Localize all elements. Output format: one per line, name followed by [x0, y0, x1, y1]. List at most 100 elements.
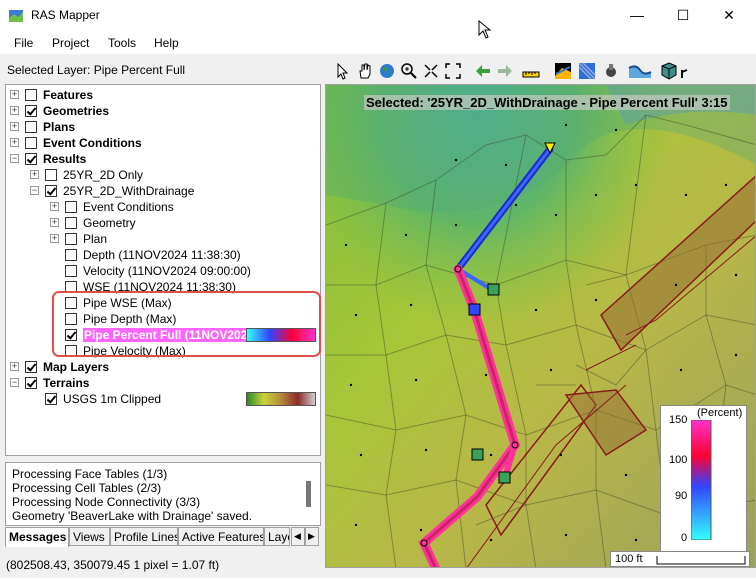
- tab-active-features[interactable]: Active Features: [178, 527, 264, 546]
- tree-item[interactable]: + Map Layers: [6, 359, 320, 375]
- zoom-extents-icon[interactable]: [422, 62, 440, 80]
- selected-layer-label: Selected Layer: Pipe Percent Full: [7, 63, 186, 77]
- tree-item[interactable]: Velocity (11NOV2024 09:00:00): [6, 263, 320, 279]
- tree-item[interactable]: + Event Conditions: [6, 199, 320, 215]
- expand-icon[interactable]: +: [10, 138, 19, 147]
- tree-item-label: Depth (11NOV2024 11:38:30): [83, 248, 241, 262]
- menu-project[interactable]: Project: [52, 36, 89, 50]
- tab-profile-lines[interactable]: Profile Lines: [110, 527, 178, 546]
- expand-icon[interactable]: +: [10, 106, 19, 115]
- close-button[interactable]: ✕: [706, 0, 752, 32]
- expand-icon[interactable]: +: [10, 90, 19, 99]
- measure-icon[interactable]: [522, 62, 540, 80]
- raster-icon[interactable]: [578, 62, 596, 80]
- tab-scroll-left-icon[interactable]: ◀: [291, 527, 305, 546]
- tree-item[interactable]: USGS 1m Clipped: [6, 391, 320, 407]
- colorbar-tick: 100: [669, 454, 688, 466]
- expand-icon[interactable]: +: [50, 218, 59, 227]
- layer-checkbox[interactable]: [25, 105, 37, 117]
- box-3d-icon[interactable]: [660, 62, 678, 80]
- tree-item[interactable]: + Geometries: [6, 103, 320, 119]
- forward-arrow-icon[interactable]: [496, 62, 514, 80]
- tree-item-label: 25YR_2D Only: [63, 168, 144, 182]
- expand-icon[interactable]: +: [10, 122, 19, 131]
- layer-checkbox[interactable]: [45, 185, 57, 197]
- tree-item[interactable]: + Features: [6, 87, 320, 103]
- tree-item-label: Plan: [83, 232, 108, 246]
- zoom-in-icon[interactable]: [400, 62, 418, 80]
- expand-icon[interactable]: +: [30, 170, 39, 179]
- full-extent-icon[interactable]: [444, 62, 462, 80]
- layer-checkbox[interactable]: [65, 233, 77, 245]
- layer-checkbox[interactable]: [65, 249, 77, 261]
- pan-hand-icon[interactable]: [356, 62, 374, 80]
- layer-checkbox[interactable]: [25, 137, 37, 149]
- layer-checkbox[interactable]: [65, 217, 77, 229]
- terrain-legend-swatch: [246, 392, 316, 406]
- tree-item-label: Results: [43, 152, 87, 166]
- message-line: Processing Node Connectivity (3/3): [12, 495, 201, 509]
- scale-ruler: [656, 556, 746, 565]
- layer-checkbox[interactable]: [25, 89, 37, 101]
- cross-section-icon[interactable]: [628, 62, 652, 80]
- colorbar-title: (Percent): [697, 407, 743, 419]
- scale-bar: 100 ft: [610, 551, 750, 567]
- colorbar-tick: 90: [675, 490, 688, 502]
- tab-views[interactable]: Views: [69, 527, 110, 546]
- menu-file[interactable]: File: [14, 36, 33, 50]
- collapse-icon[interactable]: −: [10, 154, 19, 163]
- tree-item[interactable]: + Geometry: [6, 215, 320, 231]
- tool-icon[interactable]: [602, 62, 620, 80]
- layer-tree: + Features + Geometries + Plans + Event Conditi…: [5, 84, 321, 456]
- highlight-box: [52, 291, 321, 357]
- back-arrow-icon[interactable]: [474, 62, 492, 80]
- expand-icon[interactable]: +: [50, 202, 59, 211]
- mouse-cursor-icon: [478, 20, 492, 39]
- messages-scrollbar[interactable]: [305, 467, 313, 521]
- tree-item-label: Terrains: [43, 376, 90, 390]
- tree-item-label: Plans: [43, 120, 76, 134]
- percent-colorbar: (Percent) 150 100 90 0: [660, 405, 747, 553]
- cursor-icon[interactable]: [680, 62, 690, 80]
- expand-icon[interactable]: +: [50, 234, 59, 243]
- ras-mapper-logo-icon: [9, 10, 23, 22]
- map-view[interactable]: Selected: '25YR_2D_WithDrainage - Pipe P…: [325, 84, 756, 568]
- expand-icon[interactable]: +: [10, 362, 19, 371]
- layer-checkbox[interactable]: [45, 169, 57, 181]
- tree-item[interactable]: − Results: [6, 151, 320, 167]
- layer-checkbox[interactable]: [25, 153, 37, 165]
- layer-checkbox[interactable]: [65, 265, 77, 277]
- layer-checkbox[interactable]: [65, 201, 77, 213]
- profile-icon[interactable]: [554, 62, 572, 80]
- colorbar-tick: 0: [681, 532, 688, 544]
- bottom-tabs: Messages Views Profile Lines Active Feat…: [5, 527, 321, 547]
- menu-tools[interactable]: Tools: [108, 36, 136, 50]
- pointer-icon[interactable]: [334, 62, 352, 80]
- layer-checkbox[interactable]: [45, 393, 57, 405]
- tree-item[interactable]: − Terrains: [6, 375, 320, 391]
- tree-item[interactable]: + Event Conditions: [6, 135, 320, 151]
- tree-item-label: Event Conditions: [43, 136, 142, 150]
- collapse-icon[interactable]: −: [10, 378, 19, 387]
- globe-icon[interactable]: [378, 62, 396, 80]
- tree-item-label: Geometry: [83, 216, 136, 230]
- tree-item-label: Map Layers: [43, 360, 110, 374]
- title-bar: RAS Mapper — ☐ ✕: [0, 0, 756, 32]
- tab-scroll-right-icon[interactable]: ▶: [305, 527, 319, 546]
- minimize-button[interactable]: —: [614, 0, 660, 32]
- tab-layer[interactable]: Layer: [264, 527, 290, 546]
- layer-checkbox[interactable]: [25, 377, 37, 389]
- colorbar-tick: 150: [669, 414, 688, 426]
- tree-item[interactable]: +25YR_2D Only: [6, 167, 320, 183]
- layer-checkbox[interactable]: [25, 361, 37, 373]
- tree-item[interactable]: + Plans: [6, 119, 320, 135]
- tree-item[interactable]: − 25YR_2D_WithDrainage: [6, 183, 320, 199]
- maximize-button[interactable]: ☐: [660, 0, 706, 32]
- tree-item[interactable]: Depth (11NOV2024 11:38:30): [6, 247, 320, 263]
- map-toolbar: [330, 58, 750, 84]
- collapse-icon[interactable]: −: [30, 186, 39, 195]
- menu-help[interactable]: Help: [154, 36, 179, 50]
- layer-checkbox[interactable]: [25, 121, 37, 133]
- tab-messages[interactable]: Messages: [5, 527, 69, 547]
- tree-item[interactable]: + Plan: [6, 231, 320, 247]
